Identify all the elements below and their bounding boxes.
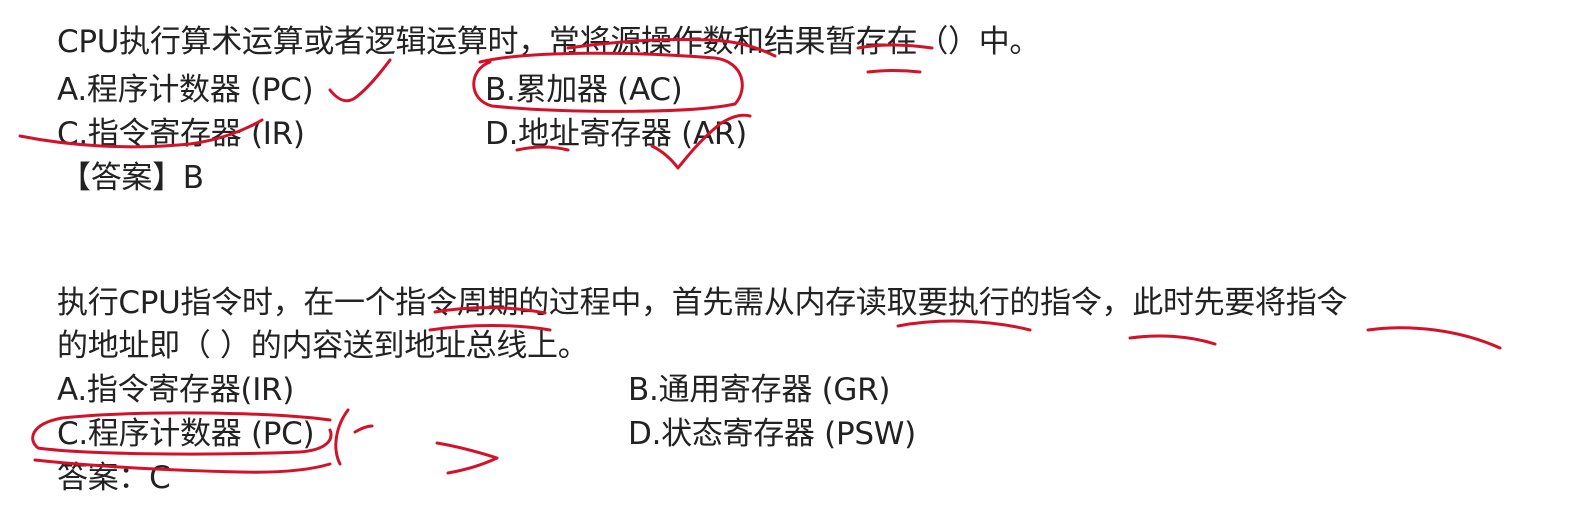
question-1-option-c: C.指令寄存器 (IR) — [57, 116, 305, 152]
question-1-answer: 【答案】B — [60, 160, 204, 196]
question-1-option-b: B.累加器 (AC) — [485, 72, 683, 108]
question-2-answer: 答案：C — [57, 460, 171, 496]
question-1-option-a: A.程序计数器 (PC) — [57, 72, 314, 108]
ink-stroke-q2-arrow — [435, 441, 499, 475]
question-1-option-d: D.地址寄存器 (AR) — [485, 116, 747, 152]
question-2-stem-line-2: 的地址即（ ）的内容送到地址总线上。 — [57, 328, 589, 364]
question-1-stem: CPU执行算术运算或者逻辑运算时，常将源操作数和结果暂存在（）中。 — [57, 24, 1041, 60]
ink-stroke-q1-check-a — [328, 58, 392, 103]
ink-stroke-q2-underline-first — [1366, 326, 1502, 350]
question-2-option-a: A.指令寄存器(IR) — [57, 372, 295, 408]
question-2-option-c: C.程序计数器 (PC) — [57, 416, 315, 452]
ink-stroke-q2-underline-execute — [1128, 334, 1217, 346]
question-2-stem-line-1: 执行CPU指令时，在一个指令周期的过程中，首先需从内存读取要执行的指令，此时先要… — [57, 285, 1348, 321]
ink-stroke-q2-dash — [353, 424, 374, 434]
question-2-option-b: B.通用寄存器 (GR) — [628, 372, 891, 408]
ink-stroke-q1-result-dash — [866, 69, 922, 74]
question-2-option-d: D.状态寄存器 (PSW) — [628, 416, 916, 452]
ink-stroke-q2-bracket — [334, 408, 350, 466]
